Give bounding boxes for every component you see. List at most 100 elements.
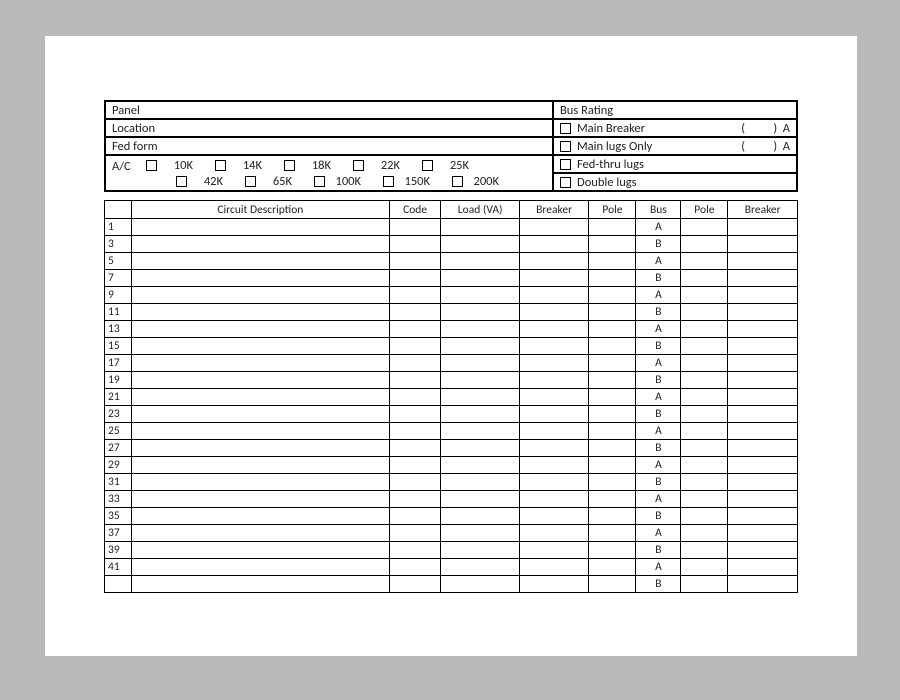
- empty-cell: [589, 253, 636, 270]
- empty-cell: [389, 406, 441, 423]
- ac-option: 150K: [379, 174, 430, 189]
- empty-cell: [441, 440, 519, 457]
- fed-thru-option: Fed-thru lugs: [553, 155, 797, 173]
- empty-cell: [589, 474, 636, 491]
- empty-cell: [519, 508, 589, 525]
- empty-cell: [681, 525, 728, 542]
- table-row: 23B: [105, 406, 798, 423]
- circuit-number: 39: [105, 542, 132, 559]
- checkbox-icon[interactable]: [560, 123, 571, 134]
- double-lugs-option: Double lugs: [553, 173, 797, 191]
- empty-cell: [728, 525, 798, 542]
- empty-cell: [389, 338, 441, 355]
- empty-cell: [131, 287, 389, 304]
- empty-cell: [589, 576, 636, 593]
- checkbox-icon[interactable]: [353, 160, 364, 171]
- empty-cell: [441, 576, 519, 593]
- empty-cell: [131, 525, 389, 542]
- checkbox-icon[interactable]: [146, 160, 157, 171]
- table-row: 13A: [105, 321, 798, 338]
- empty-cell: [441, 287, 519, 304]
- empty-cell: [131, 321, 389, 338]
- empty-cell: [441, 491, 519, 508]
- table-row: 3B: [105, 236, 798, 253]
- empty-cell: [131, 440, 389, 457]
- table-row: 27B: [105, 440, 798, 457]
- circuit-number: 27: [105, 440, 132, 457]
- empty-cell: [519, 491, 589, 508]
- empty-cell: [389, 491, 441, 508]
- empty-cell: [131, 457, 389, 474]
- checkbox-icon[interactable]: [176, 176, 187, 187]
- table-header-row: Circuit Description Code Load (VA) Break…: [105, 201, 798, 219]
- empty-cell: [131, 253, 389, 270]
- paren-close: ): [773, 139, 777, 154]
- panel-label: Panel: [105, 101, 553, 119]
- circuit-number: 13: [105, 321, 132, 338]
- main-breaker-option: Main Breaker ( ) A: [553, 119, 797, 137]
- empty-cell: [681, 355, 728, 372]
- empty-cell: [131, 508, 389, 525]
- checkbox-icon[interactable]: [560, 141, 571, 152]
- ac-option: 200K: [448, 174, 499, 189]
- ac-option: 25K: [418, 158, 469, 173]
- checkbox-icon[interactable]: [452, 176, 463, 187]
- checkbox-icon[interactable]: [245, 176, 256, 187]
- empty-cell: [728, 236, 798, 253]
- empty-cell: [441, 542, 519, 559]
- table-row: 41A: [105, 559, 798, 576]
- empty-cell: [681, 491, 728, 508]
- empty-cell: [589, 372, 636, 389]
- empty-cell: [728, 253, 798, 270]
- col-desc: Circuit Description: [131, 201, 389, 219]
- circuit-number: 1: [105, 219, 132, 236]
- empty-cell: [519, 525, 589, 542]
- col-num: [105, 201, 132, 219]
- table-row: 39B: [105, 542, 798, 559]
- bus-value: A: [636, 559, 681, 576]
- checkbox-icon[interactable]: [560, 177, 571, 188]
- checkbox-icon[interactable]: [383, 176, 394, 187]
- empty-cell: [389, 423, 441, 440]
- circuit-number: 29: [105, 457, 132, 474]
- bus-value: B: [636, 576, 681, 593]
- table-row: 29A: [105, 457, 798, 474]
- ac-option: 65K: [241, 174, 292, 189]
- bus-rating-label: Bus Rating: [553, 101, 797, 119]
- empty-cell: [728, 542, 798, 559]
- table-row: 21A: [105, 389, 798, 406]
- empty-cell: [589, 525, 636, 542]
- table-row: 35B: [105, 508, 798, 525]
- checkbox-icon[interactable]: [422, 160, 433, 171]
- bus-value: B: [636, 372, 681, 389]
- empty-cell: [728, 559, 798, 576]
- bus-value: A: [636, 287, 681, 304]
- empty-cell: [728, 440, 798, 457]
- empty-cell: [441, 525, 519, 542]
- bus-value: A: [636, 525, 681, 542]
- empty-cell: [681, 423, 728, 440]
- empty-cell: [589, 287, 636, 304]
- empty-cell: [681, 576, 728, 593]
- circuit-number: 11: [105, 304, 132, 321]
- table-row: 25A: [105, 423, 798, 440]
- circuit-number: 23: [105, 406, 132, 423]
- col-pole: Pole: [589, 201, 636, 219]
- checkbox-icon[interactable]: [284, 160, 295, 171]
- bus-value: B: [636, 508, 681, 525]
- checkbox-icon[interactable]: [314, 176, 325, 187]
- empty-cell: [389, 287, 441, 304]
- bus-value: B: [636, 338, 681, 355]
- empty-cell: [131, 474, 389, 491]
- checkbox-icon[interactable]: [215, 160, 226, 171]
- fed-form-label: Fed form: [105, 137, 553, 155]
- ac-option: 14K: [211, 158, 262, 173]
- circuit-number: 15: [105, 338, 132, 355]
- empty-cell: [131, 219, 389, 236]
- empty-cell: [519, 423, 589, 440]
- checkbox-icon[interactable]: [560, 159, 571, 170]
- amp-unit: A: [783, 121, 790, 136]
- empty-cell: [131, 423, 389, 440]
- col-bus: Bus: [636, 201, 681, 219]
- empty-cell: [519, 338, 589, 355]
